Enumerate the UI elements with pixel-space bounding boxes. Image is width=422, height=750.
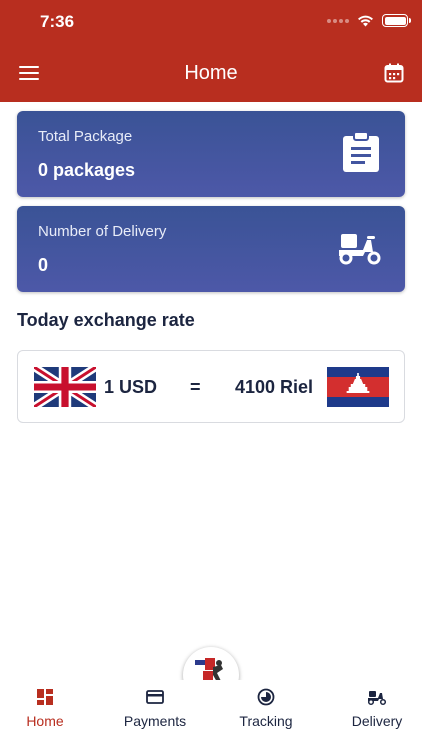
total-package-label: Total Package <box>38 128 133 145</box>
nav-payments-label: Payments <box>123 713 187 729</box>
nav-tracking[interactable]: Tracking <box>216 680 316 729</box>
page-title: Home <box>184 62 238 84</box>
exchange-rate-box: 1 USD = 4100 Riel <box>17 350 405 423</box>
riel-amount: 4100 Riel <box>235 377 314 397</box>
nav-payments[interactable]: Payments <box>105 680 205 729</box>
signal-icon <box>327 18 349 23</box>
delivery-count-label: Number of Delivery <box>38 223 167 240</box>
home-grid-icon <box>37 689 53 705</box>
delivery-count-card[interactable]: Number of Delivery 0 <box>17 206 405 292</box>
scooter-icon <box>367 691 387 706</box>
nav-home[interactable]: Home <box>0 680 95 729</box>
delivery-count-value: 0 <box>38 255 49 275</box>
total-package-value: 0 packages <box>38 160 136 180</box>
usd-amount: 1 USD <box>104 377 158 397</box>
equals-sign: = <box>190 377 201 397</box>
tracking-icon <box>257 688 275 706</box>
bottom-nav: Home Payments Tracking Delivery <box>0 680 422 750</box>
battery-icon <box>382 14 411 27</box>
clipboard-icon <box>343 131 379 172</box>
wifi-icon <box>358 15 373 26</box>
app-header: 7:36 Home <box>0 0 422 102</box>
uk-flag-icon <box>34 367 96 407</box>
credit-card-icon <box>146 690 164 704</box>
status-time: 7:36 <box>40 12 75 31</box>
status-icons <box>327 14 411 27</box>
exchange-rate-title: Today exchange rate <box>17 310 195 330</box>
nav-delivery[interactable]: Delivery <box>327 680 422 729</box>
nav-delivery-label: Delivery <box>351 713 403 729</box>
status-bar: 7:36 <box>0 0 422 44</box>
total-package-card[interactable]: Total Package 0 packages <box>17 111 405 197</box>
scooter-icon <box>339 234 381 265</box>
nav-home-label: Home <box>26 713 64 729</box>
nav-tracking-label: Tracking <box>239 713 293 729</box>
calendar-icon[interactable] <box>384 63 404 83</box>
cambodia-flag-icon <box>327 367 389 407</box>
